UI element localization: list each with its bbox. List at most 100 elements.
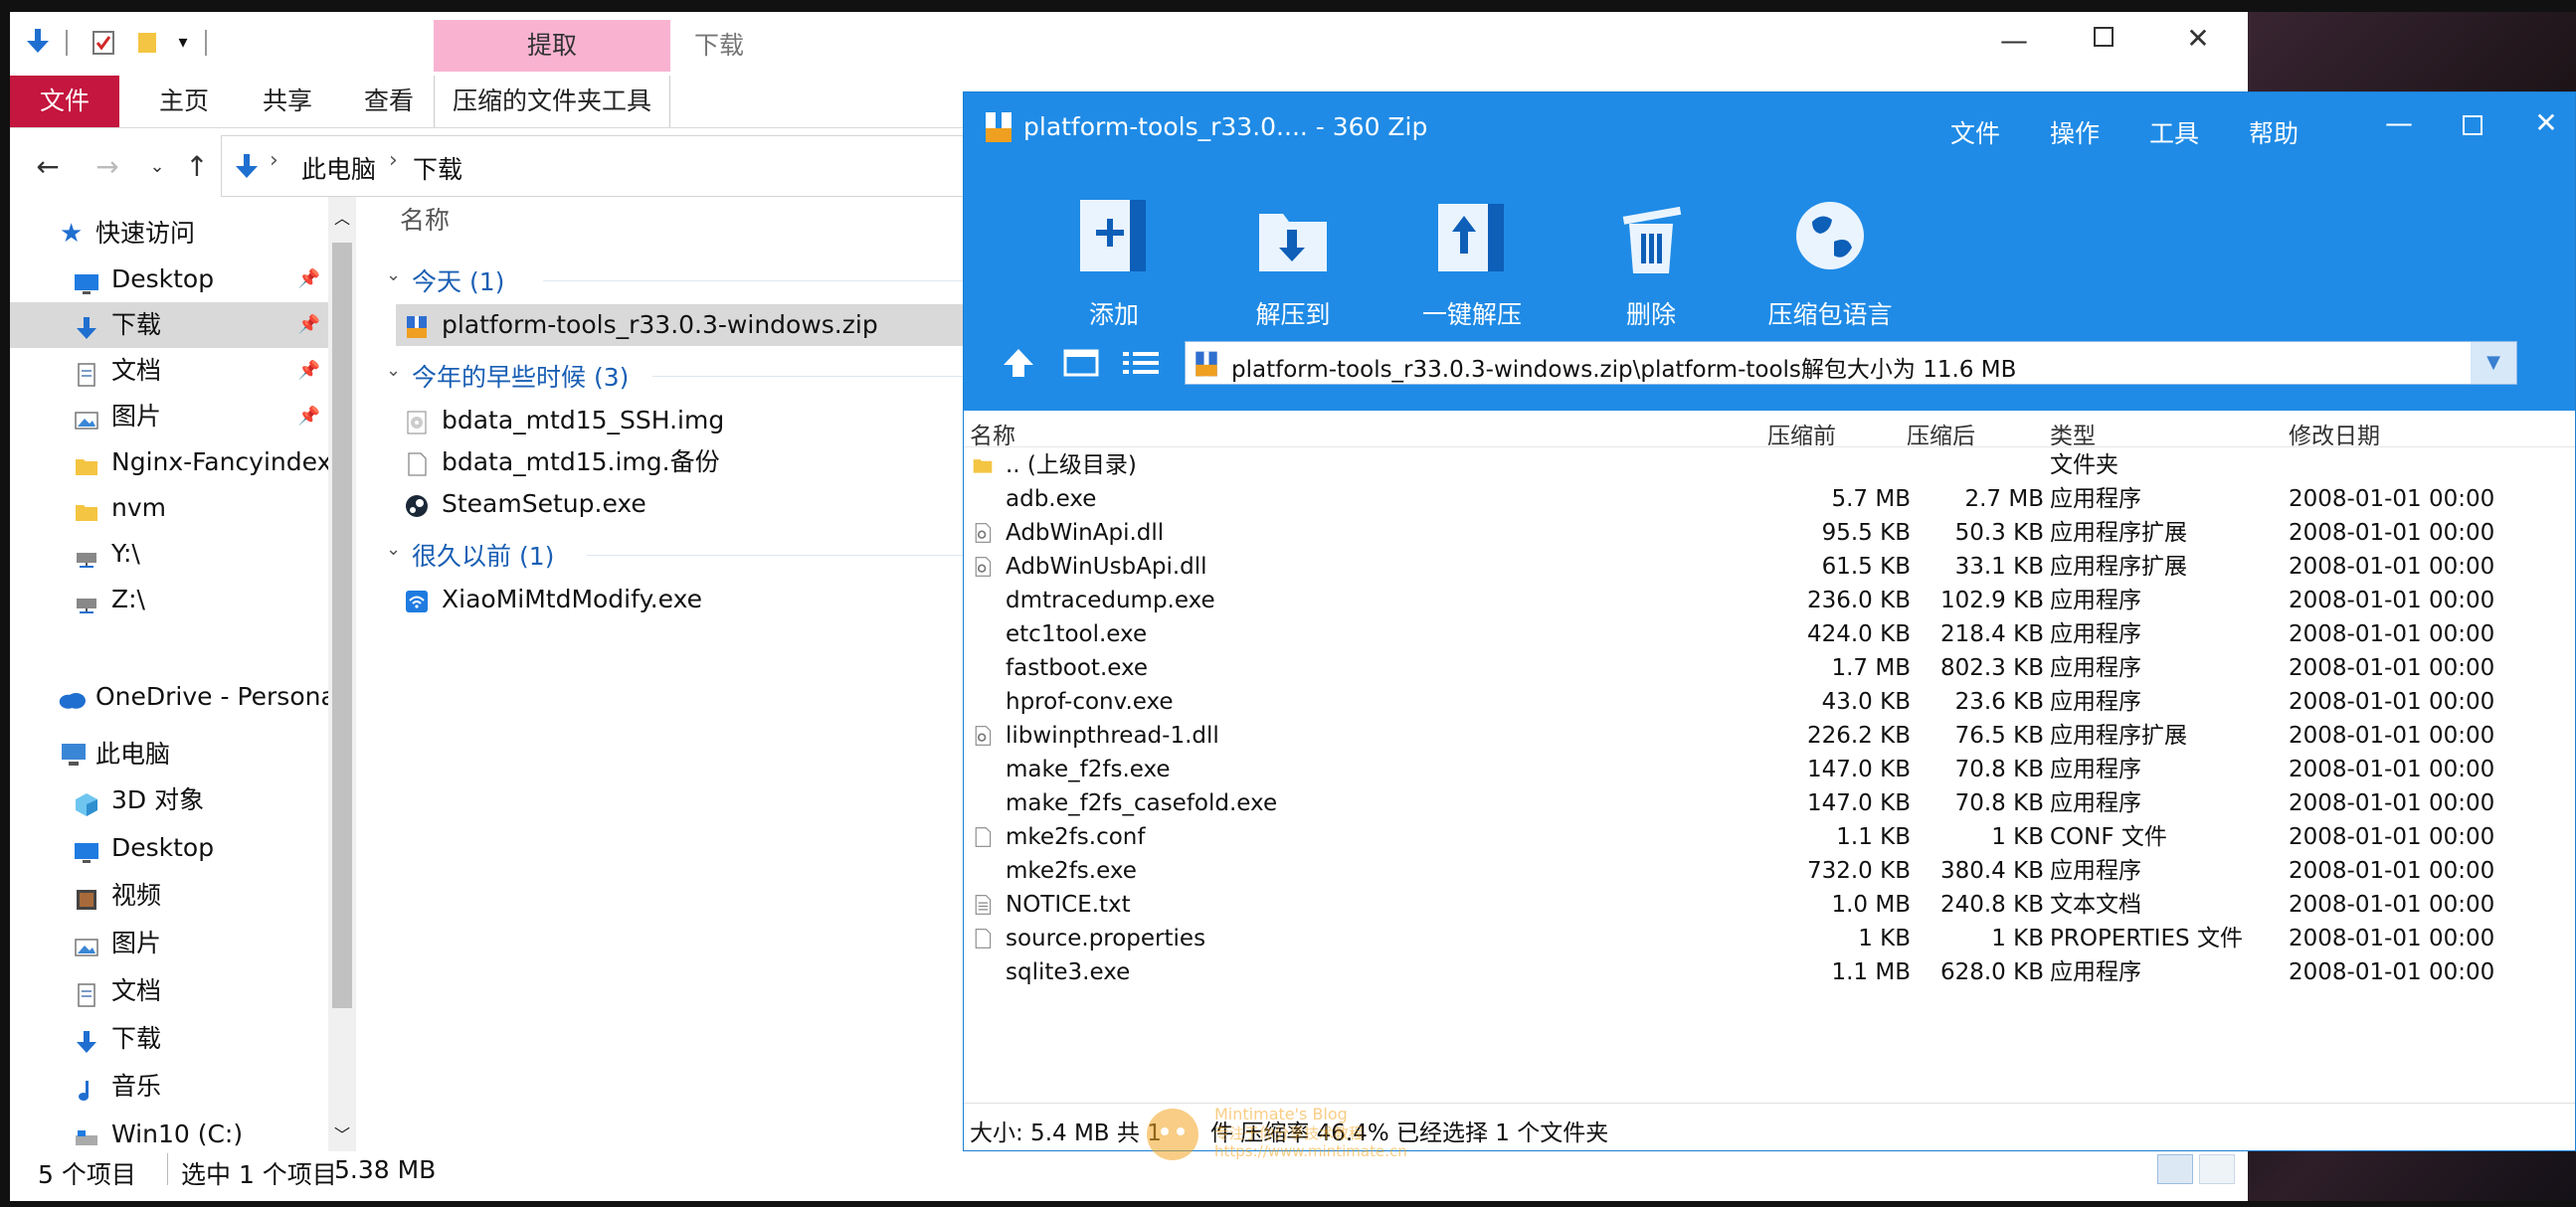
- table-row[interactable]: .. (上级目录) 文件夹: [964, 448, 2575, 482]
- zip-minimize-button[interactable]: —: [2376, 106, 2422, 139]
- sidebar-item-item-1[interactable]: 下载 📌: [10, 302, 328, 348]
- tab-share[interactable]: 共享: [233, 76, 342, 127]
- menu-tools[interactable]: 工具: [2149, 114, 2199, 150]
- pin-icon[interactable]: 📌: [298, 302, 320, 348]
- zip-close-button[interactable]: ✕: [2523, 106, 2569, 139]
- group-collapse-chevron-icon[interactable]: ⌄: [386, 539, 401, 560]
- table-row[interactable]: dmtracedump.exe 236.0 KB 102.9 KB 应用程序 2…: [964, 584, 2575, 617]
- toolbar-divider: [205, 30, 207, 56]
- tab-compressed-folder-tools[interactable]: 压缩的文件夹工具: [434, 76, 670, 127]
- forward-arrow-icon[interactable]: →: [90, 141, 125, 193]
- maximize-button[interactable]: [2074, 22, 2133, 55]
- sidebar-item-pc-2[interactable]: 视频: [10, 873, 328, 919]
- sidebar-item-z[interactable]: Z:\: [10, 577, 328, 622]
- sidebar-item-label: 3D 对象: [111, 785, 205, 814]
- sidebar-this-pc[interactable]: 此电脑: [10, 732, 328, 777]
- table-row[interactable]: make_f2fs_casefold.exe 147.0 KB 70.8 KB …: [964, 786, 2575, 820]
- table-row[interactable]: sqlite3.exe 1.1 MB 628.0 KB 应用程序 2008-01…: [964, 955, 2575, 989]
- sidebar-item-3d[interactable]: 3D 对象: [10, 777, 328, 823]
- thumbnail-view-button[interactable]: [2199, 1154, 2235, 1184]
- sidebar-onedrive[interactable]: OneDrive - Personal: [10, 674, 328, 720]
- zip-maximize-button[interactable]: [2450, 110, 2495, 143]
- address-bar[interactable]: › 此电脑 › 下载: [221, 135, 977, 197]
- column-header-name[interactable]: 名称: [400, 201, 450, 237]
- scroll-down-arrow-icon[interactable]: ﹀: [332, 1121, 352, 1144]
- minimize-button[interactable]: —: [1984, 24, 2044, 57]
- table-row[interactable]: hprof-conv.exe 43.0 KB 23.6 KB 应用程序 2008…: [964, 685, 2575, 719]
- table-row[interactable]: mke2fs.conf 1.1 KB 1 KB CONF 文件 2008-01-…: [964, 820, 2575, 854]
- close-button[interactable]: ✕: [2168, 22, 2228, 55]
- table-row[interactable]: source.properties 1 KB 1 KB PROPERTIES 文…: [964, 922, 2575, 955]
- sidebar-quick-access[interactable]: ★ 快速访问: [10, 211, 328, 257]
- list-view-icon[interactable]: [1121, 349, 1161, 377]
- sidebar-item-pc-3[interactable]: 图片: [10, 921, 328, 966]
- path-dropdown-arrow-icon[interactable]: ▼: [2471, 342, 2516, 384]
- breadcrumb-this-pc[interactable]: 此电脑: [301, 150, 376, 186]
- sidebar-item-desktop[interactable]: Desktop: [10, 825, 328, 871]
- sidebar-item-item-3[interactable]: 图片 📌: [10, 394, 328, 439]
- table-row[interactable]: mke2fs.exe 732.0 KB 380.4 KB 应用程序 2008-0…: [964, 854, 2575, 888]
- group-header[interactable]: 今年的早些时候 (3): [412, 358, 629, 394]
- sidebar-item-pc-6[interactable]: 音乐: [10, 1064, 328, 1110]
- sidebar-scrollbar[interactable]: ︿ ﹀: [328, 197, 356, 1151]
- table-row[interactable]: adb.exe 5.7 MB 2.7 MB 应用程序 2008-01-01 00…: [964, 482, 2575, 516]
- table-row[interactable]: etc1tool.exe 424.0 KB 218.4 KB 应用程序 2008…: [964, 617, 2575, 651]
- menu-operation[interactable]: 操作: [2050, 114, 2100, 150]
- sidebar-item-nvm[interactable]: nvm: [10, 485, 328, 531]
- up-level-arrow-icon[interactable]: [1002, 347, 1035, 379]
- column-header-type[interactable]: 类型: [2050, 417, 2096, 450]
- tab-file[interactable]: 文件: [10, 76, 119, 127]
- column-header-name[interactable]: 名称: [970, 417, 1015, 450]
- properties-check-icon[interactable]: [88, 26, 119, 58]
- file-item[interactable]: bdata_mtd15_SSH.img: [396, 400, 973, 441]
- group-header[interactable]: 很久以前 (1): [412, 537, 554, 573]
- column-header-before[interactable]: 压缩前: [1767, 417, 1836, 450]
- table-row[interactable]: NOTICE.txt 1.0 MB 240.8 KB 文本文档 2008-01-…: [964, 888, 2575, 922]
- sidebar-item-win10-c[interactable]: Win10 (C:): [10, 1112, 328, 1151]
- toolbar-label: 解压到: [1255, 300, 1331, 329]
- pin-icon[interactable]: 📌: [298, 257, 320, 302]
- tab-home[interactable]: 主页: [129, 76, 239, 127]
- breadcrumb-downloads[interactable]: 下载: [413, 150, 462, 186]
- sidebar-item-item-2[interactable]: 文档 📌: [10, 348, 328, 394]
- download-arrow-icon[interactable]: [20, 26, 56, 58]
- file-item[interactable]: SteamSetup.exe: [396, 483, 973, 525]
- tab-view[interactable]: 查看: [334, 76, 444, 127]
- file-item[interactable]: platform-tools_r33.0.3-windows.zip: [396, 304, 973, 346]
- group-collapse-chevron-icon[interactable]: ⌄: [386, 360, 401, 381]
- group-header[interactable]: 今天 (1): [412, 262, 504, 298]
- scroll-up-arrow-icon[interactable]: ︿: [332, 205, 352, 228]
- menu-file[interactable]: 文件: [1950, 114, 2000, 150]
- pin-icon[interactable]: 📌: [298, 348, 320, 394]
- group-collapse-chevron-icon[interactable]: ⌄: [386, 264, 401, 285]
- sidebar-item-pc-5[interactable]: 下载: [10, 1016, 328, 1062]
- sidebar-item-y[interactable]: Y:\: [10, 531, 328, 577]
- thumbnail-view-icon[interactable]: [1063, 349, 1099, 377]
- column-header-date[interactable]: 修改日期: [2289, 417, 2380, 450]
- pin-icon[interactable]: 📌: [298, 394, 320, 439]
- up-arrow-icon[interactable]: ↑: [179, 141, 215, 193]
- table-row[interactable]: AdbWinApi.dll 95.5 KB 50.3 KB 应用程序扩展 200…: [964, 516, 2575, 550]
- details-view-button[interactable]: [2157, 1154, 2193, 1184]
- blank-file-icon: [404, 448, 432, 476]
- sidebar-scrollbar-thumb[interactable]: [332, 243, 352, 1008]
- sidebar-item-nginx-fancyindex[interactable]: Nginx-Fancyindex-: [10, 439, 328, 485]
- column-header-after[interactable]: 压缩后: [1907, 417, 1975, 450]
- archive-path-field[interactable]: platform-tools_r33.0.3-windows.zip\platf…: [1185, 341, 2517, 385]
- cell-size-after: 50.3 KB: [1954, 520, 2044, 546]
- menu-help[interactable]: 帮助: [2249, 114, 2299, 150]
- table-row[interactable]: AdbWinUsbApi.dll 61.5 KB 33.1 KB 应用程序扩展 …: [964, 550, 2575, 584]
- new-folder-icon[interactable]: [131, 26, 163, 58]
- recent-locations-chevron-icon[interactable]: ⌄: [139, 141, 175, 193]
- sidebar-item-desktop[interactable]: Desktop 📌: [10, 257, 328, 302]
- file-item[interactable]: XiaoMiMtdModify.exe: [396, 579, 973, 620]
- file-item[interactable]: bdata_mtd15.img.备份: [396, 441, 973, 483]
- zip-toolbar-band: platform-tools_r33.0.... - 360 Zip 文件 操作…: [964, 92, 2575, 411]
- table-row[interactable]: make_f2fs.exe 147.0 KB 70.8 KB 应用程序 2008…: [964, 753, 2575, 786]
- table-row[interactable]: libwinpthread-1.dll 226.2 KB 76.5 KB 应用程…: [964, 719, 2575, 753]
- table-row[interactable]: fastboot.exe 1.7 MB 802.3 KB 应用程序 2008-0…: [964, 651, 2575, 685]
- back-arrow-icon[interactable]: ←: [30, 141, 66, 193]
- sidebar-item-pc-4[interactable]: 文档: [10, 968, 328, 1014]
- customize-toolbar-dropdown[interactable]: ▾: [169, 26, 197, 58]
- cell-date: 2008-01-01 00:00: [2289, 689, 2495, 715]
